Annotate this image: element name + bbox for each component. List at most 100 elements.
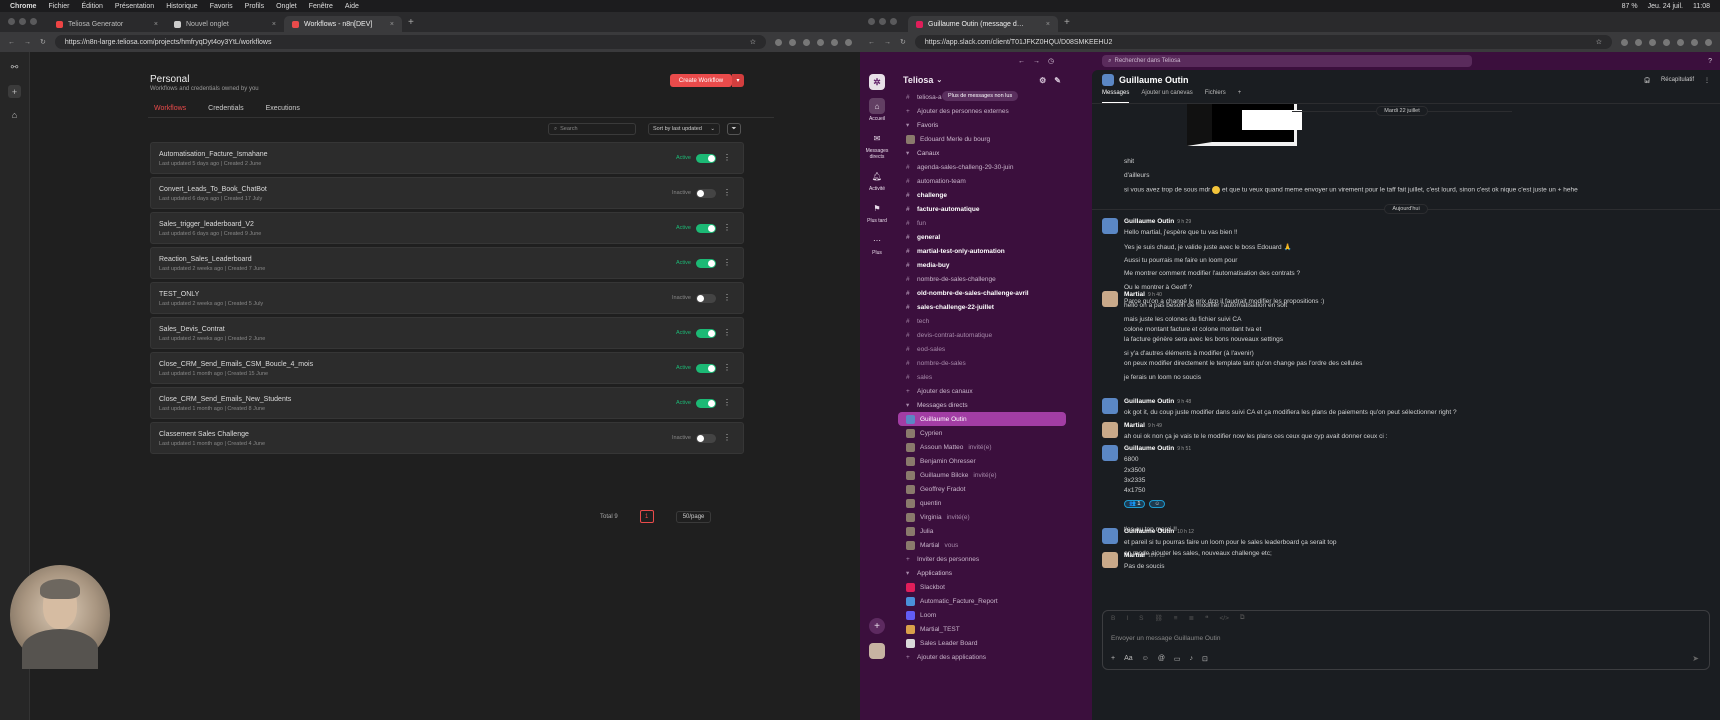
code-block-icon[interactable]: ⧉ xyxy=(1240,614,1245,622)
message-composer[interactable]: B I S ⛓ ≡ ≣ ❝ </> ⧉ Envoyer un message Guillaume… xyxy=(1102,610,1710,670)
channel-title[interactable]: Guillaume Outin xyxy=(1119,75,1189,85)
new-tab-icon[interactable]: + xyxy=(402,17,420,28)
extensions[interactable] xyxy=(1621,38,1712,46)
avatar[interactable] xyxy=(869,643,885,659)
menu-onglet[interactable]: Onglet xyxy=(276,3,297,10)
tab-files[interactable]: Fichiers xyxy=(1205,90,1226,103)
window-controls[interactable] xyxy=(868,18,897,25)
extensions[interactable] xyxy=(775,38,852,46)
menu-edition[interactable]: Édition xyxy=(81,3,102,10)
help-icon[interactable]: ? xyxy=(1708,58,1712,65)
menu-historique[interactable]: Historique xyxy=(166,3,198,10)
sidebar-app[interactable]: Sales Leader Board xyxy=(894,636,1070,650)
home-icon[interactable]: ⌂ xyxy=(12,110,17,120)
workflow-card[interactable]: Sales_trigger_leaderboard_V2 Last update… xyxy=(150,212,744,244)
add-channels[interactable]: + Ajouter des canaux xyxy=(894,384,1070,398)
video-icon[interactable]: ▭ xyxy=(1174,655,1181,663)
avatar[interactable] xyxy=(1102,445,1118,461)
list-icon[interactable]: ≡ xyxy=(1174,615,1178,622)
sidebar-dm[interactable]: Guillaume Outin xyxy=(898,412,1066,426)
new-tab-icon[interactable]: + xyxy=(1058,17,1076,28)
sidebar-item-teliosa[interactable]: # teliosa-a Plus de messages non lus xyxy=(894,90,1070,104)
avatar[interactable] xyxy=(1102,422,1118,438)
sort-select[interactable]: Sort by last updated ⌄ xyxy=(648,123,720,135)
sidebar-channel[interactable]: # martial-test-only-automation xyxy=(894,244,1070,258)
message-author[interactable]: Martial 9 h 40 xyxy=(1124,291,1162,298)
more-icon[interactable]: ⋮ xyxy=(1704,77,1710,84)
menu-aide[interactable]: Aide xyxy=(345,3,359,10)
compose-icon[interactable]: ✎ xyxy=(1054,76,1061,85)
sidebar-dm[interactable]: Guillaume Bilcke invité(e) xyxy=(894,468,1070,482)
sidebar-channel[interactable]: # sales xyxy=(894,370,1070,384)
reload-icon[interactable]: ↻ xyxy=(40,38,46,46)
more-icon[interactable]: ⋮ xyxy=(723,328,731,337)
section-channels[interactable]: ▾ Canaux xyxy=(894,146,1070,160)
more-icon[interactable]: ⋮ xyxy=(723,293,731,302)
sidebar-channel[interactable]: # nombre-de-sales-challenge xyxy=(894,272,1070,286)
add-external-people[interactable]: + Ajouter des personnes externes xyxy=(894,104,1070,118)
sidebar-dm[interactable]: Geoffrey Fradot xyxy=(894,482,1070,496)
workspace-header[interactable]: Teliosa ⌄ ⚙ ✎ xyxy=(894,70,1070,90)
section-dms[interactable]: ▾ Messages directs xyxy=(894,398,1070,412)
workflow-card[interactable]: Automatisation_Facture_Ismahane Last upd… xyxy=(150,142,744,174)
menu-fichier[interactable]: Fichier xyxy=(48,3,69,10)
search-input[interactable]: ⌕ Search xyxy=(548,123,636,135)
more-icon[interactable]: ⋮ xyxy=(723,153,731,162)
sidebar-channel[interactable]: # tech xyxy=(894,314,1070,328)
section-apps[interactable]: ▾ Applications xyxy=(894,566,1070,580)
strike-icon[interactable]: S xyxy=(1139,615,1143,622)
sidebar-dm[interactable]: Martial vous xyxy=(894,538,1070,552)
tab-canvas[interactable]: Ajouter un canevas xyxy=(1141,90,1192,103)
mention-icon[interactable]: @ xyxy=(1158,655,1165,663)
sidebar-channel[interactable]: # fun xyxy=(894,216,1070,230)
add-icon[interactable]: + xyxy=(8,85,21,98)
invite-people[interactable]: + Inviter des personnes xyxy=(894,552,1070,566)
window-controls[interactable] xyxy=(8,18,37,25)
mic-icon[interactable]: ♪ xyxy=(1190,655,1194,663)
sidebar-dm[interactable]: Assoun Matteo invité(e) xyxy=(894,440,1070,454)
unread-pill[interactable]: Plus de messages non lus xyxy=(942,91,1019,101)
plus-icon[interactable]: + xyxy=(1111,655,1115,663)
workflow-card[interactable]: Classement Sales Challenge Last updated … xyxy=(150,422,744,454)
italic-icon[interactable]: I xyxy=(1126,615,1128,622)
sidebar-dm[interactable]: Benjamin Ohresser xyxy=(894,454,1070,468)
forward-icon[interactable]: → xyxy=(24,39,31,46)
active-toggle[interactable] xyxy=(696,154,716,163)
workflow-card[interactable]: Close_CRM_Send_Emails_New_Students Last … xyxy=(150,387,744,419)
menu-app[interactable]: Chrome xyxy=(10,3,36,10)
tab-credentials[interactable]: Credentials xyxy=(204,104,247,118)
settings-icon[interactable]: ⚙ xyxy=(1039,76,1046,85)
code-icon[interactable]: </> xyxy=(1220,615,1229,622)
slack-search-input[interactable]: ⌕ Rechercher dans Teliosa xyxy=(1102,55,1473,67)
sidebar-dm[interactable]: Cyprien xyxy=(894,426,1070,440)
back-icon[interactable]: ← xyxy=(8,39,15,46)
workspace-logo-icon[interactable]: ✲ xyxy=(869,74,885,90)
tab-messages[interactable]: Messages xyxy=(1102,90,1130,103)
forward-icon[interactable]: → xyxy=(884,39,891,46)
tab-slack[interactable]: Guillaume Outin (message d… × xyxy=(908,16,1058,32)
per-page-select[interactable]: 50/page xyxy=(675,510,712,523)
avatar[interactable] xyxy=(1102,218,1118,234)
close-icon[interactable]: × xyxy=(390,21,394,28)
sidebar-channel[interactable]: # challenge xyxy=(894,188,1070,202)
more-icon[interactable]: ⋮ xyxy=(723,188,731,197)
add-reaction-icon[interactable]: ☺︎ xyxy=(1149,500,1166,508)
emoji-icon[interactable]: ☺ xyxy=(1142,655,1149,663)
avatar[interactable] xyxy=(1102,528,1118,544)
tab-new[interactable]: Nouvel onglet × xyxy=(166,16,284,32)
menu-presentation[interactable]: Présentation xyxy=(115,3,154,10)
message-author[interactable]: Guillaume Outin 10 h 12 xyxy=(1124,528,1194,535)
recap-button[interactable]: Récapitulatif xyxy=(1661,77,1694,84)
message-author[interactable]: Guillaume Outin 9 h 48 xyxy=(1124,398,1191,405)
add-icon[interactable]: + xyxy=(869,618,885,634)
add-tab-icon[interactable]: + xyxy=(1238,90,1242,103)
tab-workflows[interactable]: Workflows - n8n[DEV] × xyxy=(284,16,402,32)
back-icon[interactable]: ← xyxy=(1018,58,1025,65)
workflow-card[interactable]: TEST_ONLY Last updated 2 weeks ago | Cre… xyxy=(150,282,744,314)
sidebar-channel[interactable]: # agenda-sales-challeng-29-30-juin xyxy=(894,160,1070,174)
more-icon[interactable]: ⋮ xyxy=(723,363,731,372)
active-toggle[interactable] xyxy=(696,399,716,408)
active-toggle[interactable] xyxy=(696,329,716,338)
history-icon[interactable]: ◷ xyxy=(1048,57,1054,65)
more-icon[interactable]: ⋮ xyxy=(723,433,731,442)
